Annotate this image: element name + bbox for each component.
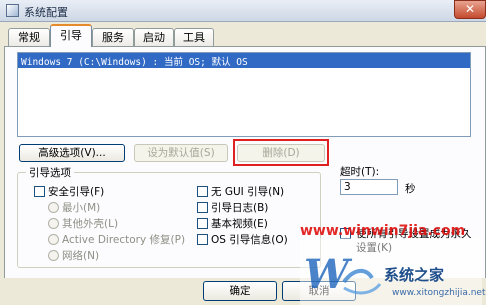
network-radio[interactable] — [48, 250, 59, 261]
safe-boot-checkbox[interactable] — [34, 186, 45, 197]
tab-startup[interactable]: 启动 — [134, 28, 174, 46]
advanced-options-button[interactable]: 高级选项(V)... — [19, 144, 125, 162]
active-directory-label: Active Directory 修复(P) — [62, 234, 186, 246]
ok-button[interactable]: 确定 — [203, 281, 277, 301]
svg-text:W: W — [304, 251, 353, 298]
timeout-label: 超时(T): — [340, 166, 380, 178]
timeout-unit: 秒 — [405, 183, 416, 195]
tab-tools[interactable]: 工具 — [174, 28, 214, 46]
set-default-button[interactable]: 设为默认值(S) — [134, 144, 228, 162]
network-label: 网络(N) — [62, 250, 100, 262]
active-directory-radio[interactable] — [48, 234, 59, 245]
window-title: 系统配置 — [24, 6, 68, 19]
title-bar — [0, 0, 486, 22]
boot-log-checkbox[interactable] — [197, 202, 208, 213]
safe-boot-label: 安全引导(F) — [48, 186, 105, 198]
highlight-box — [233, 139, 329, 166]
os-boot-info-label: OS 引导信息(O) — [211, 234, 288, 246]
boot-log-label: 引导日志(B) — [211, 202, 269, 214]
tab-boot[interactable]: 引导 — [50, 24, 92, 47]
base-video-label: 基本视频(E) — [211, 218, 268, 230]
base-video-checkbox[interactable] — [197, 218, 208, 229]
timeout-input[interactable]: 3 — [340, 179, 398, 195]
no-gui-boot-label: 无 GUI 引导(N) — [211, 186, 285, 198]
minimal-radio[interactable] — [48, 202, 59, 213]
alternate-shell-label: 其他外壳(L) — [62, 218, 119, 230]
watermark-url: www.winwin7jia.com — [300, 223, 466, 239]
minimal-label: 最小(M) — [62, 202, 101, 214]
close-button[interactable]: ✕ — [454, 0, 486, 19]
os-boot-info-checkbox[interactable] — [197, 234, 208, 245]
boot-entry-label: Windows 7 (C:\Windows) : 当前 OS; 默认 OS — [21, 57, 248, 68]
alternate-shell-radio[interactable] — [48, 218, 59, 229]
watermark-brand: 系统之家 — [384, 266, 445, 284]
app-icon — [6, 4, 19, 17]
tab-services[interactable]: 服务 — [92, 28, 134, 46]
tab-general[interactable]: 常规 — [8, 28, 50, 46]
no-gui-boot-checkbox[interactable] — [197, 186, 208, 197]
watermark-sub: www.xitongzhijia.net — [392, 288, 486, 298]
boot-options-legend: 引导选项 — [26, 165, 74, 180]
